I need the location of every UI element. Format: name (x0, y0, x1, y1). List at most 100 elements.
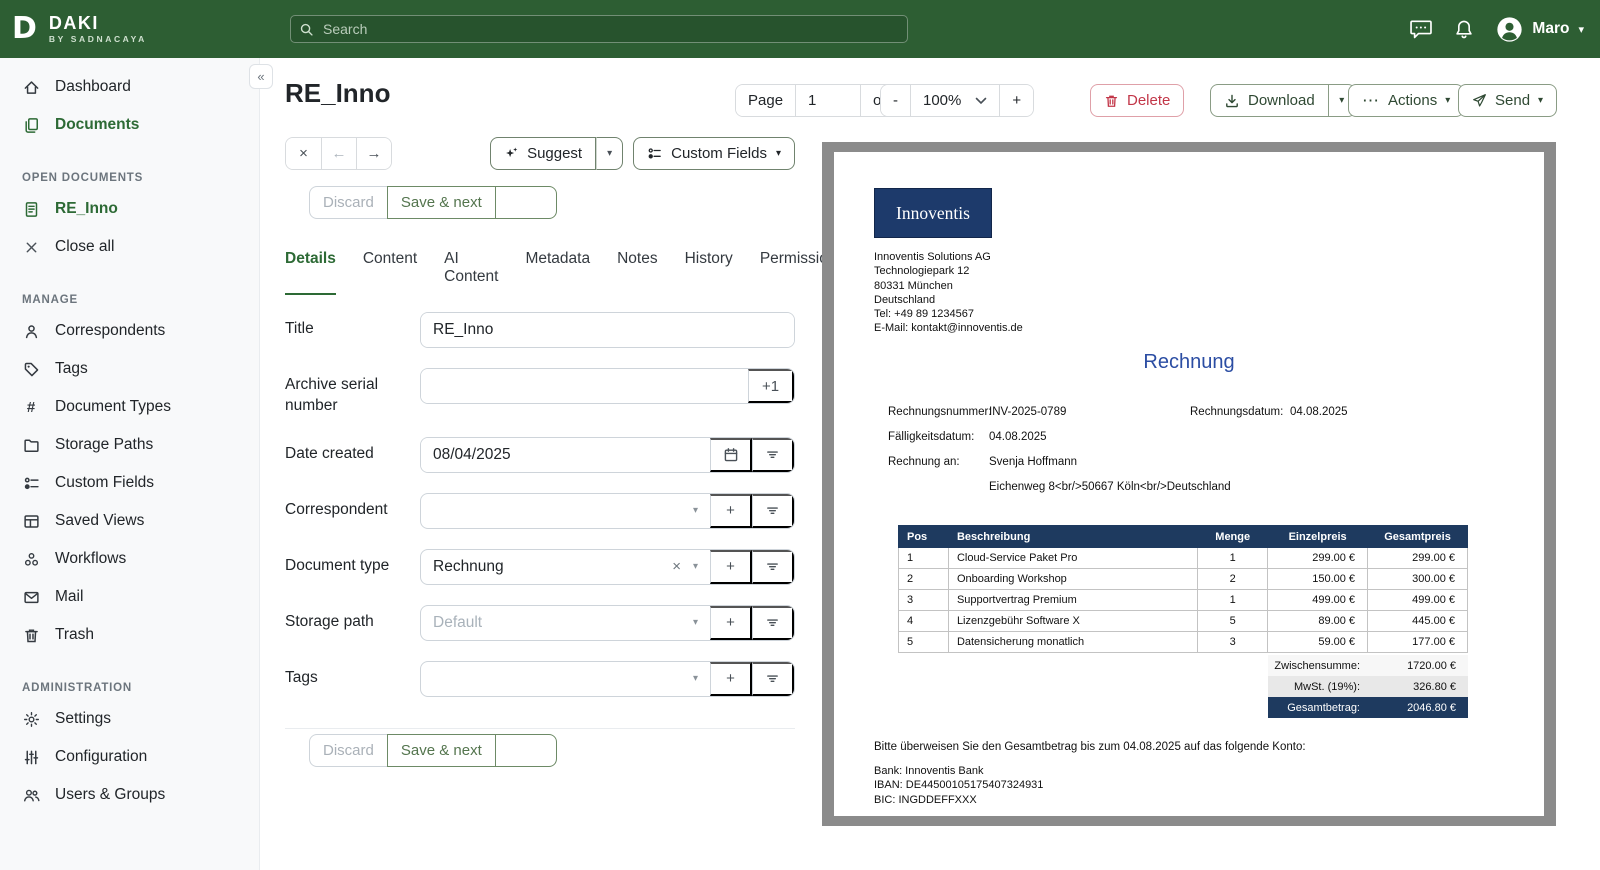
form-divider (285, 727, 795, 729)
tab-history[interactable]: History (685, 250, 733, 295)
archive-serial-number-input[interactable] (421, 369, 748, 403)
chat-icon[interactable] (1409, 18, 1433, 40)
sidebar-item-saved-views[interactable]: Saved Views (0, 502, 259, 540)
sidebar-item-configuration[interactable]: Configuration (0, 738, 259, 776)
tags-select[interactable]: ▾ (421, 662, 710, 696)
add-correspondent-button[interactable]: + (710, 493, 752, 528)
sidebar-item-label: Trash (55, 626, 95, 643)
sidebar-item-mail[interactable]: Mail (0, 578, 259, 616)
document-type-filter-button[interactable] (752, 549, 794, 584)
sidebar-item-document-types[interactable]: # Document Types (0, 388, 259, 426)
bank-details: Bank: Innoventis Bank IBAN: DE4450010517… (874, 765, 1044, 806)
tab-details[interactable]: Details (285, 250, 336, 295)
download-split-button: Download ▾ (1210, 84, 1356, 117)
sidebar-item-workflows[interactable]: Workflows (0, 540, 259, 578)
save-button[interactable]: Save (494, 733, 557, 767)
correspondent-field-label: Correspondent (285, 500, 388, 518)
sidebar-item-custom-fields[interactable]: Custom Fields (0, 464, 259, 502)
storage-path-filter-button[interactable] (752, 605, 794, 640)
sidebar-item-tags[interactable]: Tags (0, 350, 259, 388)
due-date-label: Fälligkeitsdatum: (888, 431, 975, 443)
documents-icon (22, 117, 40, 134)
sidebar-item-close-all[interactable]: Close all (0, 228, 259, 266)
main-content: RE_Inno Page of 1 - 100% + Delete Downlo… (260, 58, 1600, 870)
file-text-icon (22, 201, 40, 218)
actions-button[interactable]: ⋯ Actions ▾ (1348, 84, 1465, 117)
user-menu[interactable]: Maro ▾ (1496, 16, 1584, 43)
send-button[interactable]: Send ▾ (1458, 84, 1558, 117)
zoom-out-button[interactable]: - (881, 85, 910, 116)
bill-to-name: Svenja Hoffmann (989, 456, 1078, 468)
title-input[interactable] (421, 313, 794, 347)
storage-path-select[interactable]: Default ▾ (421, 606, 710, 640)
clear-selection-icon[interactable]: × (672, 558, 681, 575)
add-storage-path-button[interactable]: + (710, 605, 752, 640)
save-and-next-button[interactable]: Save & next (386, 733, 496, 767)
tab-content[interactable]: Content (363, 250, 417, 295)
tab-notes[interactable]: Notes (617, 250, 658, 295)
filter-icon (767, 507, 778, 515)
add-document-type-button[interactable]: + (710, 549, 752, 584)
previous-document-button[interactable]: ← (321, 138, 356, 169)
correspondent-filter-button[interactable] (752, 493, 794, 528)
bill-to-label: Rechnung an: (888, 456, 960, 468)
tab-metadata[interactable]: Metadata (525, 250, 590, 295)
users-icon (22, 787, 40, 804)
sidebar-item-storage-paths[interactable]: Storage Paths (0, 426, 259, 464)
page-label: Page (736, 85, 796, 116)
saved-views-icon (22, 513, 40, 530)
asn-increment-button[interactable]: +1 (748, 369, 794, 403)
notifications-bell-icon[interactable] (1454, 19, 1474, 40)
filter-icon (767, 563, 778, 571)
sidebar-item-users-groups[interactable]: Users & Groups (0, 776, 259, 814)
table-row: 4 Lizenzgebühr Software X 5 89.00 €445.00 € (898, 610, 1468, 632)
payment-note: Bitte überweisen Sie den Gesamtbetrag bi… (874, 741, 1306, 753)
folder-icon (22, 437, 40, 454)
discard-button[interactable]: Discard (309, 186, 388, 219)
custom-fields-button[interactable]: Custom Fields ▾ (633, 137, 795, 170)
document-type-select[interactable]: Rechnung × ▾ (421, 550, 710, 584)
document-detail-panel: × ← → Suggest ▾ Custom Fields ▾ Discard … (285, 137, 844, 767)
person-icon (22, 323, 40, 340)
bill-to-address: Eichenweg 8<br/>50667 Köln<br/>Deutschla… (989, 481, 1231, 493)
title-field-label: Title (285, 320, 314, 337)
sidebar-collapse-button[interactable]: « (249, 64, 273, 89)
document-preview-viewport[interactable]: Innoventis Innoventis Solutions AG Techn… (822, 142, 1556, 826)
close-document-button[interactable]: × (286, 138, 321, 169)
sidebar-item-settings[interactable]: Settings (0, 700, 259, 738)
tags-filter-button[interactable] (752, 661, 794, 696)
brand-logo-icon: D (12, 10, 37, 46)
sidebar-section-open-documents: OPEN DOCUMENTS (22, 172, 144, 184)
sidebar-item-open-doc-re-inno[interactable]: RE_Inno (0, 190, 259, 228)
document-type-field-label: Document type (285, 556, 390, 574)
sidebar-item-documents[interactable]: Documents (0, 106, 259, 144)
sidebar-item-trash[interactable]: Trash (0, 616, 259, 654)
save-and-next-button[interactable]: Save & next (386, 186, 496, 219)
suggest-button[interactable]: Suggest (490, 137, 597, 170)
add-tag-button[interactable]: + (710, 661, 752, 696)
suggest-caret-button[interactable]: ▾ (596, 137, 624, 170)
delete-button[interactable]: Delete (1090, 84, 1185, 117)
due-date-value: 04.08.2025 (989, 431, 1047, 443)
brand[interactable]: D DAKI BY SADNACAYA (0, 10, 260, 46)
tab-ai-content[interactable]: AI Content (444, 250, 498, 295)
details-form: Title Archive serial number +1 Date crea… (285, 312, 795, 697)
zoom-in-button[interactable]: + (999, 85, 1034, 116)
next-document-button[interactable]: → (356, 138, 391, 169)
filter-icon (767, 619, 778, 627)
discard-button[interactable]: Discard (309, 733, 388, 767)
sidebar-item-correspondents[interactable]: Correspondents (0, 312, 259, 350)
save-bar-bottom: Discard Save & next Save (309, 733, 795, 767)
table-row: 3 Supportvertrag Premium 1 499.00 €499.00 € (898, 589, 1468, 611)
calendar-icon[interactable] (710, 437, 752, 472)
correspondent-select[interactable]: ▾ (421, 494, 710, 528)
date-filter-button[interactable] (752, 437, 794, 472)
search-input[interactable] (290, 15, 908, 43)
save-button[interactable]: Save (494, 186, 557, 219)
page-number-input[interactable] (808, 92, 849, 109)
sidebar-item-dashboard[interactable]: Dashboard (0, 68, 259, 106)
sidebar: Dashboard Documents OPEN DOCUMENTS RE_In… (0, 58, 260, 870)
zoom-level-select[interactable]: 100% (910, 85, 1000, 116)
download-button[interactable]: Download (1210, 84, 1329, 117)
date-created-input[interactable] (421, 437, 710, 472)
